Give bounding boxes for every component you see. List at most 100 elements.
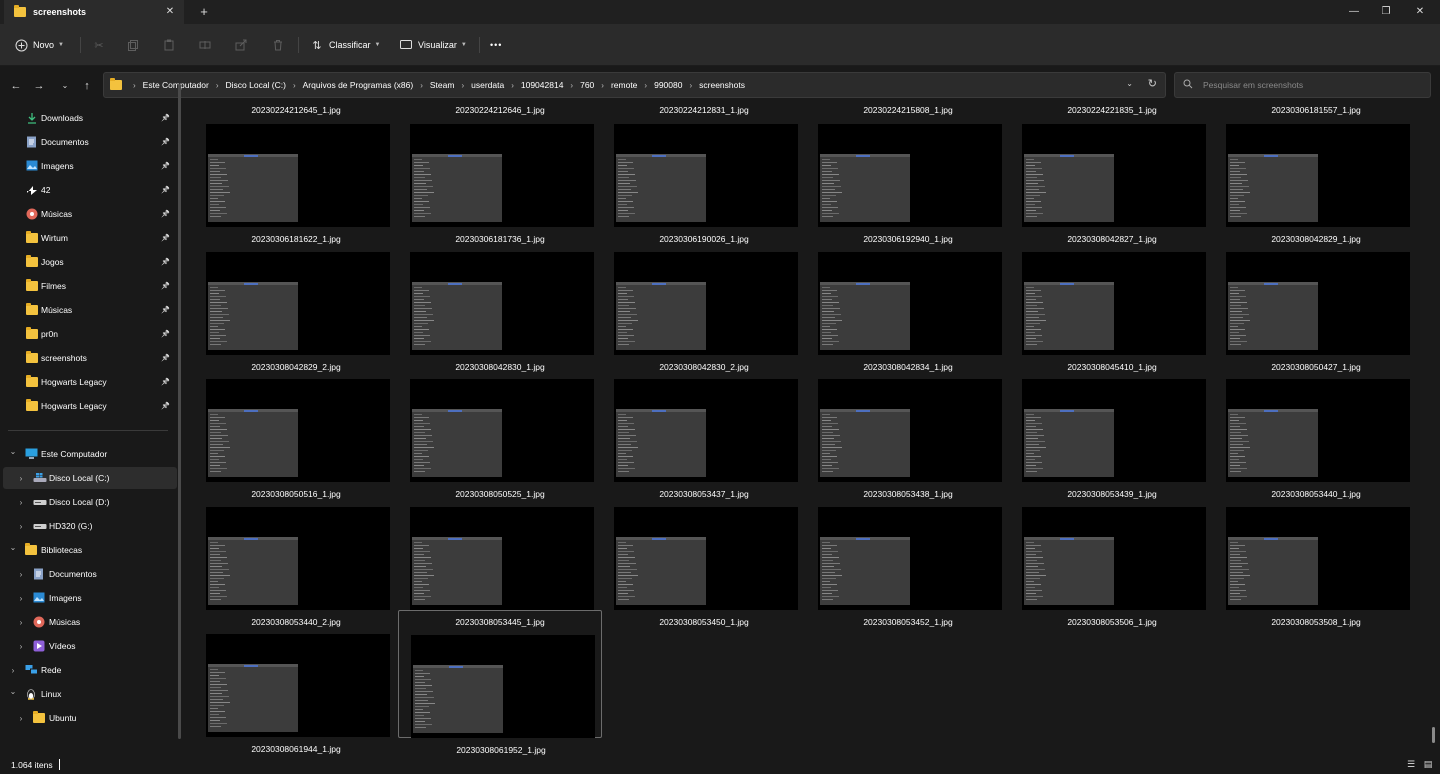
sidebar-item-v-deos[interactable]: › Vídeos: [3, 635, 177, 657]
copy-icon[interactable]: [127, 34, 139, 56]
sidebar-item-bibliotecas[interactable]: ⌄ Bibliotecas: [3, 539, 177, 561]
sidebar-item-documentos[interactable]: › Documentos: [3, 563, 177, 585]
delete-icon[interactable]: [272, 34, 284, 56]
sidebar-item-disco-local-d[interactable]: › Disco Local (D:): [3, 491, 177, 513]
close-window-button[interactable]: ✕: [1404, 0, 1436, 24]
file-tile[interactable]: 20230306181736_1.jpg: [398, 100, 602, 244]
file-tile[interactable]: 20230308053450_1.jpg: [602, 483, 806, 627]
file-tile[interactable]: 20230308042829_2.jpg: [194, 228, 398, 372]
chevron-right-icon[interactable]: ›: [8, 666, 18, 675]
breadcrumb-separator-icon[interactable]: ›: [644, 81, 647, 90]
sidebar-item-disco-local-c[interactable]: › Disco Local (C:): [3, 467, 177, 489]
breadcrumb-item[interactable]: Arquivos de Programas (x86): [303, 80, 414, 90]
sidebar-item-linux[interactable]: ⌄ Linux: [3, 683, 177, 705]
breadcrumb-item[interactable]: Steam: [430, 80, 455, 90]
sidebar-item-42[interactable]: 42 📌: [0, 179, 174, 201]
chevron-down-icon[interactable]: ⌄: [8, 543, 18, 552]
file-tile[interactable]: 20230308042830_2.jpg: [602, 228, 806, 372]
file-tile[interactable]: 20230308053440_1.jpg: [1214, 355, 1418, 499]
file-tile[interactable]: 20230308053452_1.jpg: [806, 483, 1010, 627]
chevron-right-icon[interactable]: ›: [16, 474, 26, 483]
file-tile[interactable]: 20230308053438_1.jpg: [806, 355, 1010, 499]
file-tile[interactable]: 20230308050427_1.jpg: [1214, 228, 1418, 372]
file-tile[interactable]: 20230308053445_1.jpg: [398, 483, 602, 627]
chevron-right-icon[interactable]: ›: [16, 618, 26, 627]
sidebar-item-pr0n[interactable]: pr0n 📌: [0, 323, 174, 345]
breadcrumb-item[interactable]: remote: [611, 80, 637, 90]
file-tile[interactable]: 20230308053440_2.jpg: [194, 483, 398, 627]
more-options-button[interactable]: •••: [490, 34, 502, 56]
tiles-view-icon[interactable]: ▤: [1422, 758, 1434, 770]
close-tab-icon[interactable]: ✕: [164, 6, 176, 18]
share-icon[interactable]: [235, 34, 247, 56]
file-tile[interactable]: 20230308050516_1.jpg: [194, 355, 398, 499]
sidebar-item-ubuntu[interactable]: › Ubuntu: [3, 707, 177, 729]
breadcrumb-item[interactable]: 760: [580, 80, 594, 90]
breadcrumb-item[interactable]: screenshots: [699, 80, 745, 90]
chevron-right-icon[interactable]: ›: [16, 570, 26, 579]
chevron-right-icon[interactable]: ›: [16, 594, 26, 603]
minimize-button[interactable]: —: [1338, 0, 1370, 24]
breadcrumb-item[interactable]: userdata: [471, 80, 504, 90]
refresh-icon[interactable]: ↻: [1148, 77, 1157, 90]
breadcrumb-separator-icon[interactable]: ›: [293, 81, 296, 90]
breadcrumb-item[interactable]: Este Computador: [143, 80, 209, 90]
breadcrumb-item[interactable]: Disco Local (C:): [226, 80, 286, 90]
file-tile[interactable]: 20230308053437_1.jpg: [602, 355, 806, 499]
sidebar-item-hd320-g[interactable]: › HD320 (G:): [3, 515, 177, 537]
file-tile[interactable]: 20230308061952_1.jpg: [398, 610, 602, 755]
breadcrumb-separator-icon[interactable]: ›: [461, 81, 464, 90]
recent-locations-chevron-icon[interactable]: ⌄: [57, 78, 73, 94]
sidebar-item-este-computador[interactable]: ⌄ Este Computador: [3, 443, 177, 465]
sidebar-item-hogwarts-legacy[interactable]: Hogwarts Legacy 📌: [0, 395, 174, 417]
breadcrumb-separator-icon[interactable]: ›: [570, 81, 573, 90]
sidebar-item-imagens[interactable]: Imagens 📌: [0, 155, 174, 177]
breadcrumb-separator-icon[interactable]: ›: [216, 81, 219, 90]
view-button[interactable]: Visualizar ▼: [399, 34, 467, 56]
sidebar-item-downloads[interactable]: Downloads 📌: [0, 107, 174, 129]
sidebar-item-hogwarts-legacy[interactable]: Hogwarts Legacy 📌: [0, 371, 174, 393]
breadcrumb-separator-icon[interactable]: ›: [601, 81, 604, 90]
file-tile[interactable]: 20230308042830_1.jpg: [398, 228, 602, 372]
sidebar-item-músicas[interactable]: Músicas 📌: [0, 203, 174, 225]
chevron-down-icon[interactable]: ⌄: [8, 447, 18, 456]
file-tile[interactable]: 20230308050525_1.jpg: [398, 355, 602, 499]
sidebar-item-músicas[interactable]: Músicas 📌: [0, 299, 174, 321]
sort-button[interactable]: ⇅ Classificar ▼: [310, 34, 380, 56]
breadcrumb-separator-icon[interactable]: ›: [511, 81, 514, 90]
breadcrumb-separator-icon[interactable]: ›: [420, 81, 423, 90]
sidebar-item-imagens[interactable]: › Imagens: [3, 587, 177, 609]
file-tile[interactable]: 20230308053506_1.jpg: [1010, 483, 1214, 627]
chevron-right-icon[interactable]: ›: [16, 714, 26, 723]
sidebar-item-documentos[interactable]: Documentos 📌: [0, 131, 174, 153]
breadcrumb-item[interactable]: 109042814: [521, 80, 564, 90]
chevron-right-icon[interactable]: ›: [16, 498, 26, 507]
forward-arrow-icon[interactable]: →: [31, 78, 47, 94]
chevron-right-icon[interactable]: ›: [16, 642, 26, 651]
breadcrumb-item[interactable]: 990080: [654, 80, 682, 90]
file-tile[interactable]: 20230306181622_1.jpg: [194, 100, 398, 244]
breadcrumb-separator-icon[interactable]: ›: [689, 81, 692, 90]
file-tile[interactable]: 20230308042827_1.jpg: [1010, 100, 1214, 244]
maximize-button[interactable]: ❐: [1370, 0, 1402, 24]
sidebar-scrollbar[interactable]: [178, 84, 181, 739]
cut-icon[interactable]: ✂: [92, 34, 106, 56]
breadcrumb-separator-icon[interactable]: ›: [133, 81, 136, 90]
content-scrollbar[interactable]: [1432, 727, 1435, 743]
file-tile[interactable]: 20230308045410_1.jpg: [1010, 228, 1214, 372]
address-history-chevron-icon[interactable]: ⌄: [1126, 79, 1133, 88]
address-bar[interactable]: › Este Computador › Disco Local (C:) › Arquiv…: [103, 72, 1166, 98]
search-box[interactable]: Pesquisar em screenshots: [1174, 72, 1431, 98]
chevron-down-icon[interactable]: ⌄: [8, 687, 18, 696]
sidebar-item-screenshots[interactable]: screenshots 📌: [0, 347, 174, 369]
sidebar-item-m-sicas[interactable]: › Músicas: [3, 611, 177, 633]
details-view-icon[interactable]: ☰: [1405, 758, 1417, 770]
sidebar-item-filmes[interactable]: Filmes 📌: [0, 275, 174, 297]
file-tile[interactable]: 20230308061944_1.jpg: [194, 610, 398, 754]
file-tile[interactable]: 20230308053439_1.jpg: [1010, 355, 1214, 499]
paste-icon[interactable]: [163, 34, 175, 56]
back-arrow-icon[interactable]: ←: [8, 78, 24, 94]
file-tile[interactable]: 20230308042829_1.jpg: [1214, 100, 1418, 244]
chevron-right-icon[interactable]: ›: [16, 522, 26, 531]
file-tile[interactable]: 20230306192940_1.jpg: [806, 100, 1010, 244]
